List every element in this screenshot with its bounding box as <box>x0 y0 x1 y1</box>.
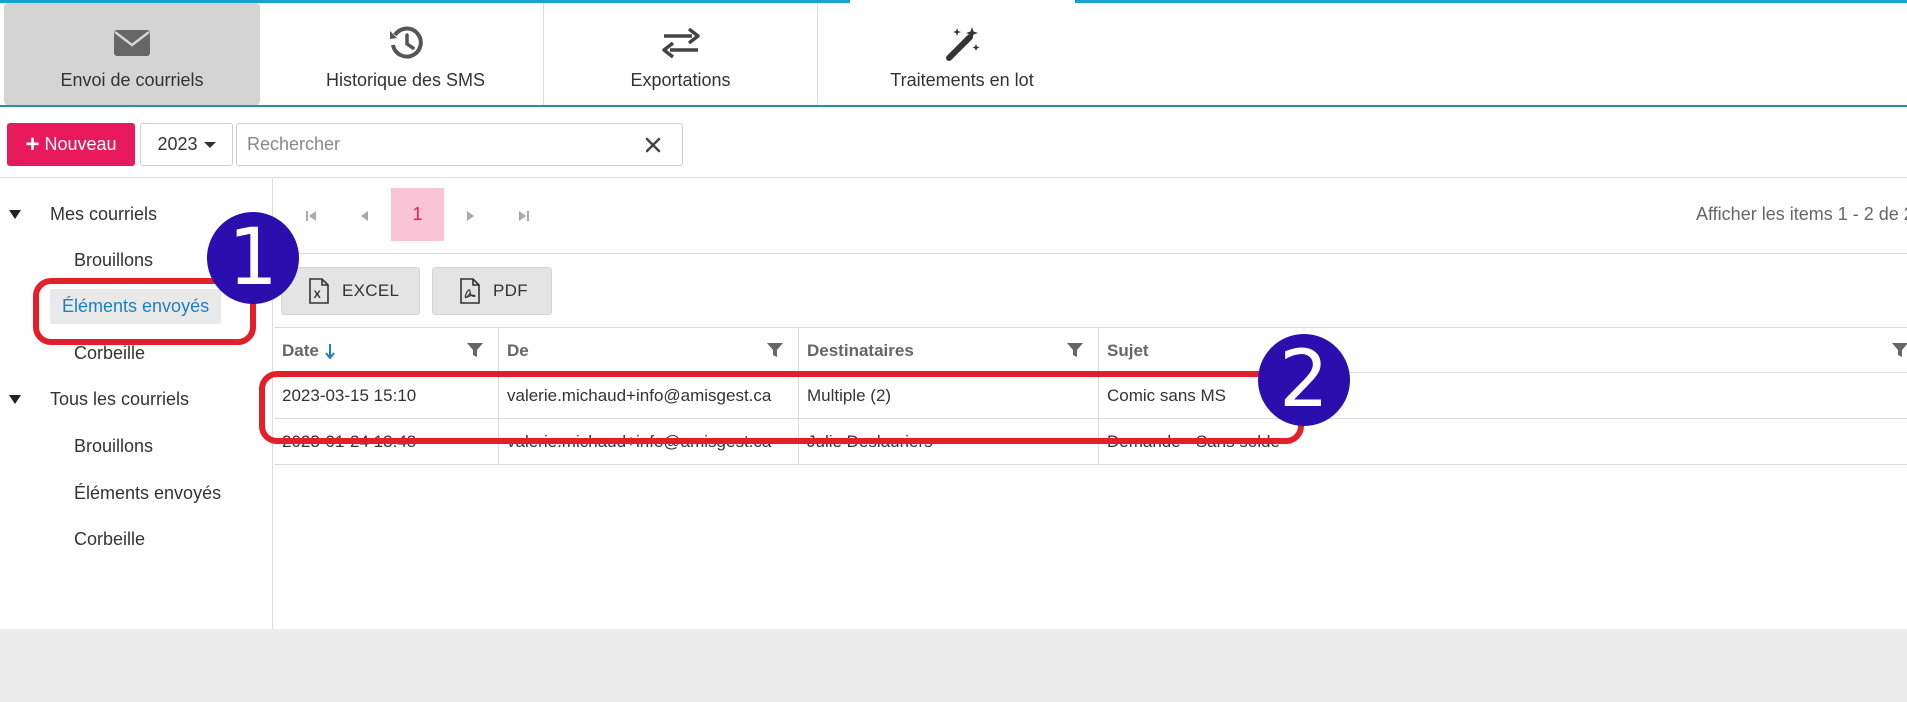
expand-arrow-icon[interactable] <box>9 395 21 404</box>
cell-subject: Demande - Sans solde <box>1107 431 1280 451</box>
year-dropdown[interactable]: 2023 <box>140 123 233 166</box>
cell-recipients: Julie Deslauriers <box>799 419 1099 464</box>
cell-from: valerie.michaud+info@amisgest.ca <box>499 419 799 464</box>
tab-envoi-courriels[interactable]: Envoi de courriels <box>4 3 260 105</box>
cell-date: 2023-03-15 15:10 <box>274 373 499 418</box>
column-header-label: Destinataires <box>807 340 914 360</box>
clear-search-icon[interactable] <box>644 136 662 154</box>
pdf-export-label: PDF <box>493 281 528 300</box>
tab-label: Exportations <box>630 70 731 90</box>
filter-icon[interactable] <box>1891 341 1907 359</box>
page-number-button[interactable]: 1 <box>391 188 444 241</box>
history-icon <box>386 23 426 63</box>
pdf-file-icon <box>460 278 480 304</box>
chevron-down-icon <box>203 141 216 148</box>
tab-traitements-lot[interactable]: Traitements en lot <box>818 3 1106 105</box>
tree-group-mes-courriels[interactable]: Mes courriels <box>50 204 157 225</box>
pager-info-text: Afficher les items 1 - 2 de 2 <box>1696 204 1907 224</box>
filter-icon[interactable] <box>766 341 784 359</box>
tab-label: Traitements en lot <box>890 70 1034 90</box>
column-header-sujet[interactable]: Sujet <box>1099 328 1907 373</box>
step-marker-1: 1 <box>207 212 299 304</box>
cell-subject: Comic sans MS <box>1107 385 1227 405</box>
filter-icon[interactable] <box>466 341 484 359</box>
tree-item-elements-envoyes[interactable]: Éléments envoyés <box>50 289 222 324</box>
column-header-label: De <box>507 340 529 360</box>
expand-arrow-icon[interactable] <box>9 210 21 219</box>
cell-date: 2023-01-24 13:48 <box>274 419 499 464</box>
app-window: Envoi de courriels Historique des SMS Ex… <box>0 0 1907 629</box>
step-marker-2: 2 <box>1258 334 1350 426</box>
year-dropdown-value: 2023 <box>157 134 198 154</box>
module-tabbar: Envoi de courriels Historique des SMS Ex… <box>0 0 1907 107</box>
envelope-icon <box>112 23 152 63</box>
next-page-icon[interactable] <box>460 206 480 226</box>
search-box <box>236 123 683 166</box>
plus-icon: + <box>25 130 40 158</box>
tabbar-accent-line <box>1075 0 1907 3</box>
excel-file-icon: X <box>309 278 329 304</box>
pager-bar: 1 Afficher les items 1 - 2 de 2 <box>274 178 1907 254</box>
tree-item-brouillons[interactable]: Brouillons <box>74 250 153 271</box>
tab-exportations[interactable]: Exportations <box>544 3 818 105</box>
magic-wand-icon <box>942 23 982 63</box>
tree-item-elements-envoyes[interactable]: Éléments envoyés <box>74 483 221 504</box>
column-header-date[interactable]: Date <box>274 328 499 373</box>
pdf-export-button[interactable]: PDF <box>432 267 552 315</box>
tree-item-brouillons[interactable]: Brouillons <box>74 436 153 457</box>
svg-text:X: X <box>314 289 322 301</box>
cell-recipients: Multiple (2) <box>799 373 1099 418</box>
table-row[interactable]: 2023-01-24 13:48 valerie.michaud+info@am… <box>274 419 1907 465</box>
transfer-arrows-icon <box>661 23 701 63</box>
column-header-label: Sujet <box>1107 340 1149 360</box>
excel-export-button[interactable]: X EXCEL <box>281 267 420 315</box>
tab-label: Historique des SMS <box>325 70 486 90</box>
excel-export-label: EXCEL <box>342 281 400 300</box>
last-page-icon[interactable] <box>514 206 534 226</box>
column-header-de[interactable]: De <box>499 328 799 373</box>
column-header-destinataires[interactable]: Destinataires <box>799 328 1099 373</box>
sort-descending-icon <box>325 343 335 359</box>
search-input[interactable] <box>247 124 627 165</box>
new-button[interactable]: + Nouveau <box>7 123 135 166</box>
tree-item-corbeille[interactable]: Corbeille <box>74 529 145 550</box>
cell-from: valerie.michaud+info@amisgest.ca <box>499 373 799 418</box>
tab-label: Envoi de courriels <box>60 70 204 90</box>
tab-historique-sms[interactable]: Historique des SMS <box>268 3 544 105</box>
column-header-label: Date <box>282 340 319 360</box>
prev-page-icon[interactable] <box>355 206 375 226</box>
new-button-label: Nouveau <box>44 134 117 154</box>
tree-item-corbeille[interactable]: Corbeille <box>74 343 145 364</box>
filter-icon[interactable] <box>1066 341 1084 359</box>
first-page-icon[interactable] <box>301 206 321 226</box>
grid-header: Date De Destinataires Sujet <box>274 327 1907 373</box>
table-row[interactable]: 2023-03-15 15:10 valerie.michaud+info@am… <box>274 373 1907 419</box>
tree-group-tous-courriels[interactable]: Tous les courriels <box>50 389 189 410</box>
